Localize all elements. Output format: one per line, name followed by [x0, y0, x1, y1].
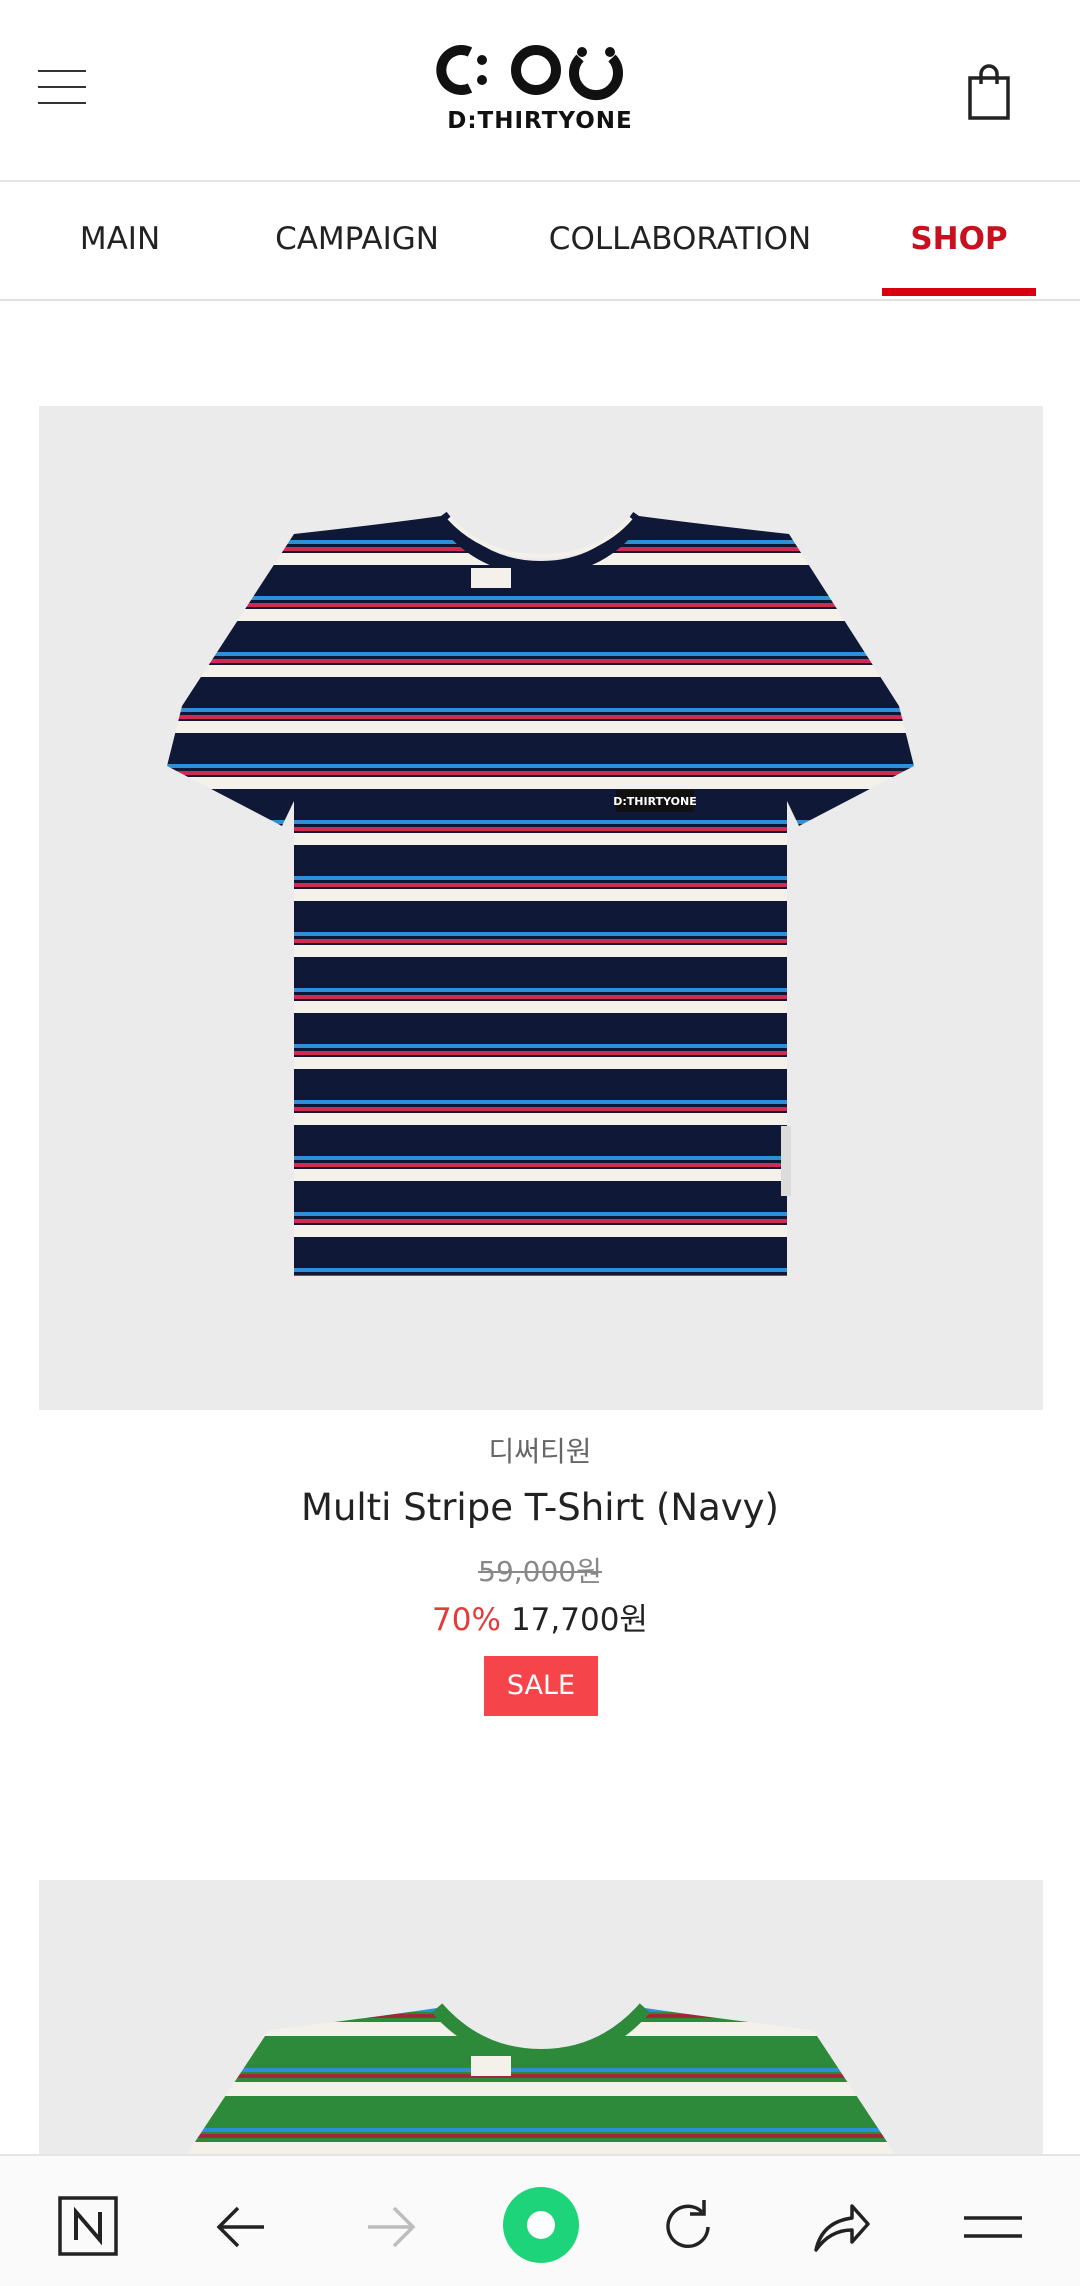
price-row: 70% 17,700원	[0, 1594, 1080, 1639]
product-name[interactable]: Multi Stripe T-Shirt (Navy)	[0, 1486, 1080, 1529]
main-tabs: MAIN CAMPAIGN COLLABORATION SHOP	[0, 182, 1080, 298]
brand-logo[interactable]: D:THIRTYONE	[430, 40, 650, 140]
tab-main[interactable]: MAIN	[60, 182, 180, 298]
product-image[interactable]: D:THIRTYONE	[39, 406, 1043, 1410]
back-arrow-icon[interactable]	[208, 2194, 274, 2260]
reload-icon[interactable]	[656, 2194, 722, 2260]
sale-price: 17,700원	[510, 1602, 648, 1638]
tabs-divider	[0, 299, 1080, 301]
active-tab-indicator	[882, 288, 1036, 296]
tab-campaign[interactable]: CAMPAIGN	[262, 182, 452, 298]
hamburger-menu-icon[interactable]	[38, 66, 88, 106]
browser-bottom-bar	[0, 2154, 1080, 2286]
forward-arrow-icon[interactable]	[358, 2194, 424, 2260]
logo-text: D:THIRTYONE	[447, 108, 633, 134]
tab-collaboration[interactable]: COLLABORATION	[540, 182, 820, 298]
share-icon[interactable]	[808, 2194, 874, 2260]
chest-label-text: D:THIRTYONE	[613, 795, 696, 808]
menu-icon[interactable]	[960, 2194, 1026, 2260]
striped-tshirt-image: D:THIRTYONE	[167, 511, 914, 1276]
tab-shop[interactable]: SHOP	[882, 182, 1036, 298]
shopping-bag-icon[interactable]	[964, 64, 1016, 122]
green-striped-tshirt-image	[183, 2003, 899, 2160]
product-image[interactable]	[39, 1880, 1043, 2160]
product-brand: 디써티원	[488, 1435, 592, 1468]
sale-badge: SALE	[484, 1656, 598, 1716]
logo-mark	[436, 45, 623, 101]
app-header: D:THIRTYONE	[0, 0, 1080, 180]
discount-rate: 70%	[432, 1602, 501, 1638]
original-price: 59,000원	[478, 1555, 602, 1588]
home-circle-icon[interactable]	[500, 2184, 582, 2266]
naver-n-icon[interactable]	[56, 2194, 122, 2260]
